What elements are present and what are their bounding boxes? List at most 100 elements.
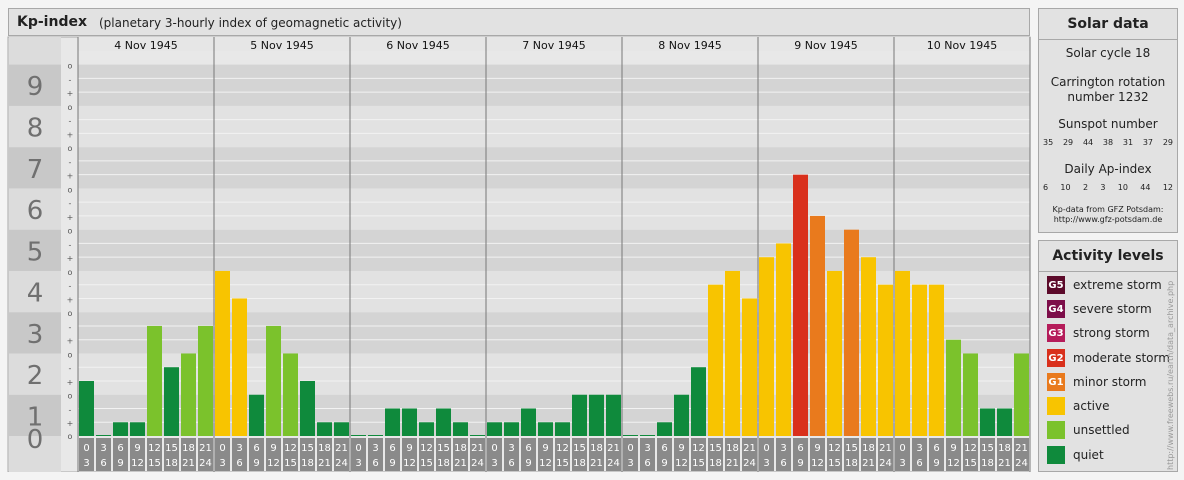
hour-end-label: 12 (947, 458, 960, 469)
hour-end-label: 6 (644, 458, 650, 469)
kp-bar (725, 270, 740, 436)
y-minor-tick: + (67, 172, 74, 181)
sunspot-value: 38 (1102, 138, 1114, 147)
hour-end-label: 6 (372, 458, 378, 469)
hour-end-label: 3 (627, 458, 633, 469)
kp-bar (113, 422, 128, 436)
hour-end-label: 24 (1015, 458, 1028, 469)
hour-start-label: 21 (743, 443, 756, 454)
level-label: unsettled (1073, 423, 1130, 437)
kp-bar (96, 435, 111, 436)
hour-start-label: 9 (814, 443, 820, 454)
day-label: 9 Nov 1945 (794, 39, 857, 52)
kp-bar (504, 422, 519, 436)
ap-value: 12 (1162, 183, 1173, 192)
kp-bar (79, 380, 94, 436)
y-tick-label: 6 (27, 196, 44, 226)
hour-end-label: 3 (83, 458, 89, 469)
hour-start-label: 18 (726, 443, 739, 454)
y-minor-tick: - (69, 158, 72, 167)
kp-bar (181, 353, 196, 436)
hour-start-label: 0 (219, 443, 225, 454)
kp-bar (623, 435, 638, 436)
kp-bar (929, 284, 944, 436)
hour-end-label: 15 (828, 458, 841, 469)
hour-start-label: 9 (270, 443, 276, 454)
level-swatch: G5 (1047, 276, 1065, 294)
y-tick-label: 8 (27, 114, 44, 144)
kp-bar (419, 422, 434, 436)
kp-bar (470, 435, 485, 436)
level-swatch (1047, 397, 1065, 415)
y-minor-tick: + (67, 89, 74, 98)
level-label: minor storm (1073, 375, 1147, 389)
sunspot-values: 35 29 44 38 31 37 29 (1043, 138, 1173, 147)
kp-bar (810, 215, 825, 436)
level-label: quiet (1073, 448, 1104, 462)
kp-band (78, 229, 1030, 271)
kp-band (78, 188, 1030, 230)
level-item: G5 extreme storm (1047, 275, 1162, 295)
carrington-line1: Carrington rotation (1050, 75, 1166, 89)
hour-end-label: 18 (845, 458, 858, 469)
hour-end-label: 18 (981, 458, 994, 469)
hour-start-label: 12 (148, 443, 161, 454)
level-item: quiet (1047, 445, 1104, 465)
hour-end-label: 9 (525, 458, 531, 469)
hour-start-label: 9 (406, 443, 412, 454)
level-swatch: G2 (1047, 349, 1065, 367)
kp-chart: 0123456789+-o+-o+-o+-o+-o+-o+-o+-o+-oo4 … (7, 36, 1031, 472)
hour-end-label: 3 (491, 458, 497, 469)
level-swatch (1047, 421, 1065, 439)
kp-bar (963, 353, 978, 436)
hour-start-label: 12 (828, 443, 841, 454)
hour-start-label: 15 (709, 443, 722, 454)
hour-end-label: 21 (726, 458, 739, 469)
kp-bar (1014, 353, 1029, 436)
hour-end-label: 24 (335, 458, 348, 469)
level-label: severe storm (1073, 302, 1152, 316)
kp-bar (827, 270, 842, 436)
ap-value: 10 (1060, 183, 1071, 192)
kp-bar (249, 394, 264, 436)
hour-start-label: 18 (182, 443, 195, 454)
y-minor-tick: o (68, 309, 73, 318)
hour-end-label: 9 (661, 458, 667, 469)
activity-levels-panel: Activity levels G5 extreme storm G4 severe… (1038, 240, 1178, 472)
hour-end-label: 15 (148, 458, 161, 469)
sunspot-value: 29 (1162, 138, 1173, 147)
hour-end-label: 9 (933, 458, 939, 469)
watermark-text: http://www.freewebs.ru/earth/data_archiv… (1166, 280, 1175, 470)
hour-start-label: 0 (899, 443, 905, 454)
kp-bar (266, 325, 281, 436)
hour-start-label: 12 (964, 443, 977, 454)
hour-end-label: 15 (420, 458, 433, 469)
day-label: 4 Nov 1945 (114, 39, 177, 52)
kp-bar (742, 298, 757, 436)
source-line1: Kp-data from GFZ Potsdam: (1052, 205, 1164, 214)
hour-end-label: 12 (539, 458, 552, 469)
hour-start-label: 3 (236, 443, 242, 454)
hour-start-label: 15 (165, 443, 178, 454)
ap-value: 10 (1117, 183, 1128, 192)
hour-start-label: 0 (491, 443, 497, 454)
kp-bar (640, 435, 655, 436)
hour-end-label: 21 (182, 458, 195, 469)
hour-end-label: 15 (556, 458, 569, 469)
source-link[interactable]: http://www.gfz-potsdam.de (1039, 215, 1177, 225)
y-tick-label: 5 (27, 237, 44, 267)
y-minor-tick: + (67, 130, 74, 139)
hour-end-label: 12 (267, 458, 280, 469)
hour-end-label: 18 (165, 458, 178, 469)
kp-bar (368, 435, 383, 436)
level-item: G4 severe storm (1047, 299, 1152, 319)
hour-start-label: 9 (542, 443, 548, 454)
kp-bar (164, 367, 179, 436)
y-tick-label: 9 (27, 72, 44, 102)
hour-end-label: 3 (355, 458, 361, 469)
kp-bar (861, 257, 876, 436)
hour-end-label: 3 (899, 458, 905, 469)
hour-start-label: 21 (199, 443, 212, 454)
hour-end-label: 6 (780, 458, 786, 469)
kp-bar (708, 284, 723, 436)
